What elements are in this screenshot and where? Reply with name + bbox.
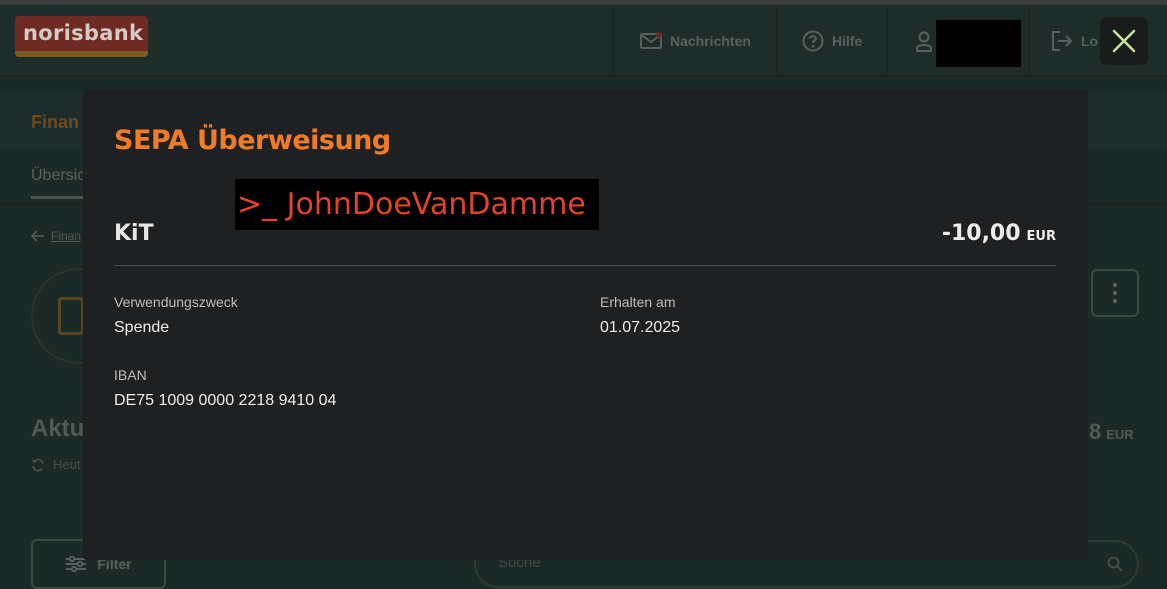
- purpose-label: Verwendungszweck: [114, 294, 238, 310]
- nav-divider: [613, 5, 614, 76]
- purpose-value: Spende: [114, 319, 170, 336]
- kebab-dot: [1113, 291, 1117, 295]
- modal-title: SEPA Überweisung: [114, 125, 391, 156]
- refresh-icon: [31, 458, 44, 471]
- help-circle-icon: [802, 30, 824, 52]
- user-icon: [913, 30, 935, 52]
- norisbank-logo[interactable]: norisbank: [15, 16, 148, 57]
- mail-icon: [640, 30, 662, 52]
- active-tab-indicator: [31, 196, 83, 199]
- document-icon: [58, 297, 84, 335]
- balance-currency: EUR: [1106, 427, 1134, 442]
- iban-value: DE75 1009 0000 2218 9410 04: [114, 392, 337, 409]
- nav-divider: [1028, 5, 1029, 76]
- more-options-button[interactable]: [1091, 269, 1139, 317]
- nav-messages-label: Nachrichten: [670, 32, 751, 49]
- nav-messages[interactable]: Nachrichten: [640, 5, 751, 76]
- modal-divider: [114, 265, 1056, 266]
- payee-name: KiT: [114, 221, 154, 246]
- logo-stripe: [15, 51, 148, 57]
- nav-help-label: Hilfe: [832, 32, 863, 49]
- nav-help[interactable]: Hilfe: [802, 5, 862, 76]
- balance-number: 8: [1089, 419, 1102, 444]
- nav-divider: [887, 5, 888, 76]
- nav-divider: [776, 5, 777, 76]
- tab-overview[interactable]: Übersic: [31, 167, 85, 185]
- arrow-left-icon: [31, 230, 44, 242]
- kebab-dot: [1113, 283, 1117, 287]
- received-date-value: 01.07.2025: [600, 319, 681, 336]
- balance-label: Aktu: [31, 415, 85, 442]
- search-icon: [1107, 556, 1123, 572]
- back-link-label: Finan: [51, 229, 82, 243]
- transaction-amount: -10,00 EUR: [942, 221, 1056, 246]
- received-date-label: Erhalten am: [600, 294, 676, 310]
- kebab-dot: [1113, 299, 1117, 303]
- balance-updated: Heut: [31, 457, 80, 472]
- balance-updated-label: Heut: [53, 457, 81, 472]
- overlay-watermark: >_ JohnDoeVanDamme: [235, 179, 599, 230]
- back-link[interactable]: Finan: [31, 229, 81, 243]
- close-icon: [1112, 29, 1136, 53]
- close-modal-button[interactable]: [1100, 17, 1148, 65]
- amount-value: -10,00: [941, 221, 1021, 246]
- redacted-username: [936, 20, 1021, 67]
- section-title: Finan: [31, 112, 79, 132]
- balance-value: 8 EUR: [1089, 419, 1134, 445]
- transaction-detail-modal: SEPA Überweisung KiT -10,00 EUR >_ JohnD…: [83, 89, 1088, 560]
- nav-logout[interactable]: Lo: [1051, 5, 1098, 76]
- iban-label: IBAN: [114, 367, 147, 383]
- nav-logout-label: Lo: [1081, 32, 1099, 49]
- logout-icon: [1051, 30, 1073, 52]
- amount-currency: EUR: [1026, 229, 1056, 244]
- logo-text: norisbank: [23, 21, 144, 45]
